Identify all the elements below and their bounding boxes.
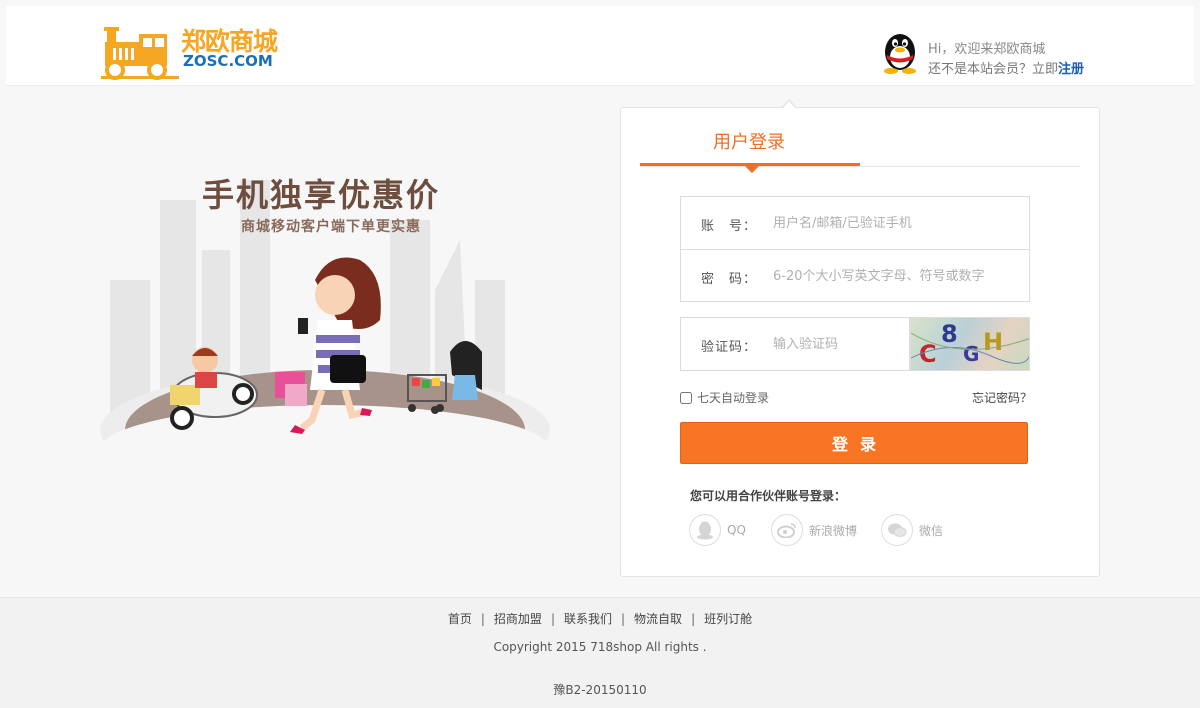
separator: | — [550, 612, 555, 626]
panel-notch-inner — [782, 101, 796, 109]
tab-user-login[interactable]: 用户登录 — [713, 128, 785, 154]
site-footer: 首页 | 招商加盟 | 联系我们 | 物流自取 | 班列订舱 Copyright 2015 71… — [0, 597, 1200, 708]
partner-qq[interactable]: QQ — [689, 514, 746, 546]
copyright-text: Copyright 2015 718shop All rights . — [493, 640, 707, 654]
footer-link-franchise[interactable]: 招商加盟 — [494, 612, 542, 626]
separator: | — [480, 612, 485, 626]
register-prompt: 还不是本站会员？立即注册 — [928, 58, 1084, 77]
password-input[interactable] — [773, 264, 1013, 288]
site-logo[interactable]: 郑欧商城 ZOSC.COM — [101, 20, 281, 82]
partner-weibo[interactable]: 新浪微博 — [771, 514, 857, 546]
password-field: 密 码： — [680, 249, 1030, 302]
account-field: 账 号： — [680, 196, 1030, 250]
footer-link-pickup[interactable]: 物流自取 — [634, 612, 682, 626]
icp-license: 豫B2-20150110 — [553, 683, 647, 697]
tab-active-arrow — [745, 166, 759, 173]
password-label: 密 码： — [701, 272, 758, 287]
remember-me[interactable]: 七天自动登录 — [680, 389, 769, 406]
register-link[interactable]: 注册 — [1058, 62, 1084, 77]
captcha-label: 验证码： — [701, 340, 758, 355]
account-label: 账 号： — [701, 219, 758, 234]
footer-link-home[interactable]: 首页 — [448, 612, 472, 626]
partner-wechat[interactable]: 微信 — [881, 514, 943, 546]
footer-links: 首页 | 招商加盟 | 联系我们 | 物流自取 | 班列订舱 — [0, 610, 1200, 627]
train-logo-icon — [101, 27, 179, 80]
captcha-image[interactable]: C 8 G H — [910, 317, 1030, 371]
forgot-password-link[interactable]: 忘记密码？ — [972, 389, 1032, 406]
remember-checkbox[interactable] — [680, 391, 692, 404]
partner-qq-label: QQ — [727, 523, 746, 537]
captcha-noise — [911, 332, 1029, 364]
logo-domain: ZOSC.COM — [183, 52, 273, 70]
separator: | — [691, 612, 696, 626]
greeting-text: Hi，欢迎来郑欧商城 — [928, 42, 1046, 57]
account-input[interactable] — [773, 211, 1013, 235]
captcha-input[interactable] — [773, 332, 903, 356]
partner-login-title: 您可以用合作伙伴账号登录： — [690, 489, 847, 503]
promo-title: 手机独享优惠价 — [202, 176, 441, 214]
qq-icon — [689, 514, 721, 546]
promo-subtitle: 商城移动客户端下单更实惠 — [241, 219, 421, 235]
tab-divider — [640, 166, 1080, 167]
separator: | — [621, 612, 626, 626]
qq-penguin-icon — [884, 34, 916, 74]
site-header: 郑欧商城 ZOSC.COM Hi，欢迎来郑欧商城 还不是本站会员？立即注册 — [6, 6, 1194, 86]
remember-label: 七天自动登录 — [697, 391, 770, 405]
weibo-icon — [771, 514, 803, 546]
login-button[interactable]: 登录 — [680, 422, 1028, 464]
footer-link-contact[interactable]: 联系我们 — [564, 612, 612, 626]
footer-link-train-booking[interactable]: 班列订舱 — [704, 612, 752, 626]
partner-weibo-label: 新浪微博 — [809, 523, 858, 538]
wechat-icon — [881, 514, 913, 546]
captcha-field: 验证码： — [680, 317, 910, 371]
partner-wechat-label: 微信 — [919, 523, 944, 538]
not-member-text: 还不是本站会员？立即 — [928, 62, 1059, 77]
